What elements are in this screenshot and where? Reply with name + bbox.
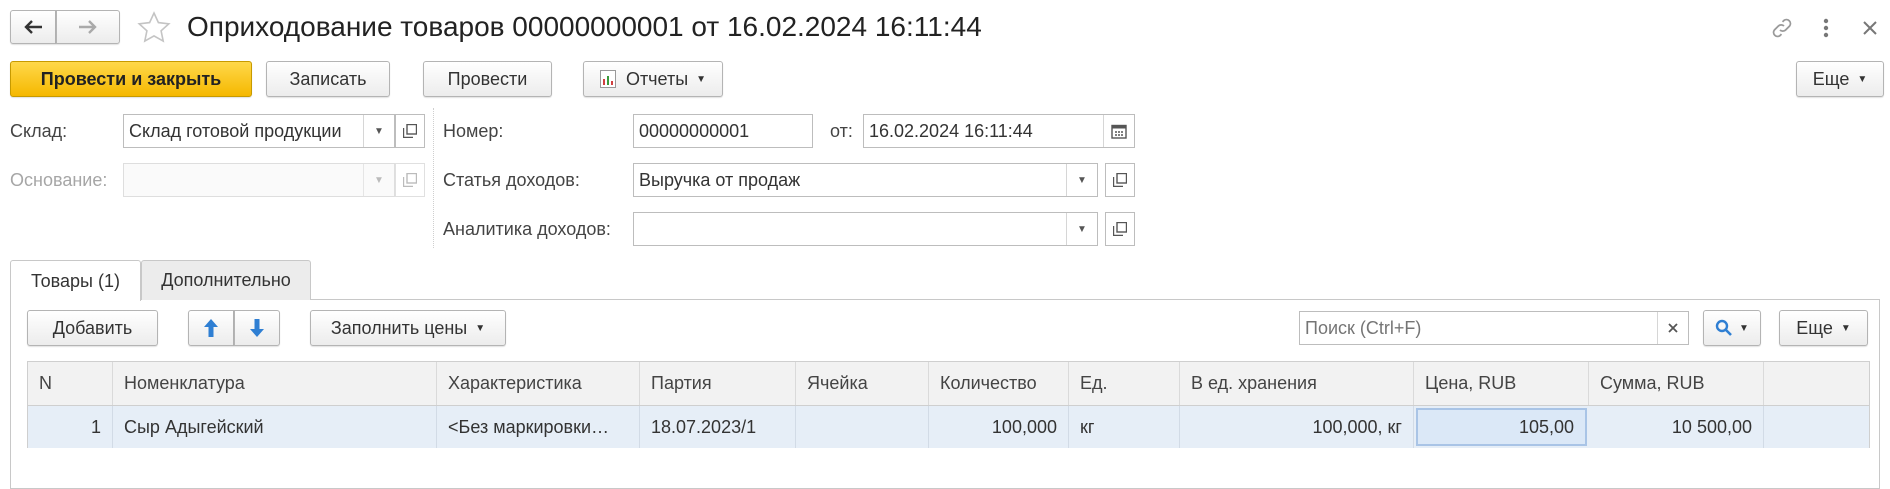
calendar-icon[interactable] bbox=[1103, 115, 1134, 147]
add-button[interactable]: Добавить bbox=[27, 310, 158, 346]
income-item-open-button[interactable] bbox=[1105, 163, 1135, 197]
cell-price[interactable]: 105,00 bbox=[1416, 408, 1587, 446]
date-value: 16.02.2024 16:11:44 bbox=[869, 120, 1033, 141]
income-item-label: Статья доходов: bbox=[443, 170, 580, 190]
move-down-button[interactable] bbox=[234, 310, 280, 346]
cell-quantity[interactable]: 100,000 bbox=[929, 406, 1069, 448]
table-header: N Номенклатура Характеристика Партия Яче… bbox=[27, 361, 1870, 406]
number-value: 00000000001 bbox=[639, 120, 750, 141]
number-label: Номер: bbox=[443, 121, 504, 141]
column-separator bbox=[433, 108, 434, 248]
date-label: от: bbox=[830, 121, 853, 141]
arrow-left-icon bbox=[24, 20, 42, 34]
more-label: Еще bbox=[1812, 68, 1850, 89]
open-window-icon bbox=[1113, 173, 1127, 187]
more-button[interactable]: Еще ▼ bbox=[1796, 61, 1884, 97]
link-icon[interactable] bbox=[1770, 16, 1794, 40]
move-up-button[interactable] bbox=[188, 310, 234, 346]
chevron-down-icon: ▼ bbox=[475, 322, 486, 334]
page-title: Оприходование товаров 00000000001 от 16.… bbox=[187, 11, 982, 42]
date-field[interactable]: 16.02.2024 16:11:44 bbox=[863, 114, 1135, 148]
dropdown-arrow-icon[interactable]: ▼ bbox=[363, 115, 394, 147]
basis-open-button bbox=[395, 163, 425, 197]
cell-unit[interactable]: кг bbox=[1069, 406, 1180, 448]
cell-n[interactable]: 1 bbox=[28, 406, 113, 448]
cell-sum[interactable]: 10 500,00 bbox=[1589, 406, 1764, 448]
arrow-right-icon bbox=[79, 20, 97, 34]
column-header-batch[interactable]: Партия bbox=[640, 362, 796, 405]
cell-storage-units[interactable]: 100,000, кг bbox=[1180, 406, 1414, 448]
table-row[interactable]: 1 Сыр Адыгейский <Без маркировки… 18.07.… bbox=[27, 406, 1870, 448]
column-header-price[interactable]: Цена, RUB bbox=[1414, 362, 1589, 405]
cell-nomenclature[interactable]: Сыр Адыгейский bbox=[113, 406, 437, 448]
column-header-sum[interactable]: Сумма, RUB bbox=[1589, 362, 1764, 405]
dropdown-arrow-icon[interactable]: ▼ bbox=[1066, 164, 1097, 196]
basis-label: Основание: bbox=[10, 170, 108, 190]
column-header-unit[interactable]: Ед. bbox=[1069, 362, 1180, 405]
search-options-button[interactable]: ▼ bbox=[1703, 310, 1761, 346]
cell-cell[interactable] bbox=[796, 406, 929, 448]
cell-characteristic[interactable]: <Без маркировки… bbox=[437, 406, 640, 448]
close-icon[interactable] bbox=[1860, 18, 1880, 38]
column-header-nomenclature[interactable]: Номенклатура bbox=[113, 362, 437, 405]
column-header-storage-units[interactable]: В ед. хранения bbox=[1180, 362, 1414, 405]
table-more-button[interactable]: Еще ▼ bbox=[1779, 310, 1868, 346]
dropdown-arrow-icon[interactable]: ▼ bbox=[1066, 213, 1097, 245]
warehouse-value: Склад готовой продукции bbox=[129, 120, 342, 141]
income-item-field[interactable]: Выручка от продаж ▼ bbox=[633, 163, 1098, 197]
chevron-down-icon: ▼ bbox=[1840, 322, 1851, 334]
income-analytics-label: Аналитика доходов: bbox=[443, 219, 611, 239]
basis-field: ▼ bbox=[123, 163, 395, 197]
reports-button[interactable]: Отчеты ▼ bbox=[583, 61, 723, 97]
save-button[interactable]: Записать bbox=[266, 61, 390, 97]
reports-label: Отчеты bbox=[625, 68, 689, 89]
chevron-down-icon: ▼ bbox=[696, 73, 707, 85]
chevron-down-icon: ▼ bbox=[1739, 322, 1749, 334]
column-header-n[interactable]: N bbox=[28, 362, 113, 405]
warehouse-label: Склад: bbox=[10, 121, 68, 141]
arrow-down-icon bbox=[250, 319, 264, 337]
chevron-down-icon: ▼ bbox=[1857, 73, 1868, 85]
table-more-label: Еще bbox=[1796, 317, 1833, 338]
cell-batch[interactable]: 18.07.2023/1 bbox=[640, 406, 796, 448]
report-chart-icon bbox=[599, 70, 616, 88]
open-window-icon bbox=[403, 124, 417, 138]
search-icon bbox=[1715, 319, 1732, 336]
fill-prices-button[interactable]: Заполнить цены ▼ bbox=[310, 310, 506, 346]
warehouse-field[interactable]: Склад готовой продукции ▼ bbox=[123, 114, 395, 148]
favorite-star-icon[interactable] bbox=[136, 10, 172, 46]
arrow-up-icon bbox=[204, 319, 218, 337]
clear-search-icon[interactable] bbox=[1657, 312, 1688, 344]
open-window-icon bbox=[403, 173, 417, 187]
warehouse-open-button[interactable] bbox=[395, 114, 425, 148]
open-window-icon bbox=[1113, 222, 1127, 236]
column-header-quantity[interactable]: Количество bbox=[929, 362, 1069, 405]
income-analytics-field[interactable]: ▼ bbox=[633, 212, 1098, 246]
tab-goods[interactable]: Товары (1) bbox=[10, 260, 141, 301]
fill-prices-label: Заполнить цены bbox=[330, 317, 468, 338]
column-header-characteristic[interactable]: Характеристика bbox=[437, 362, 640, 405]
post-and-close-button[interactable]: Провести и закрыть bbox=[10, 61, 252, 97]
dropdown-arrow-icon: ▼ bbox=[363, 164, 394, 196]
search-input[interactable] bbox=[1300, 316, 1657, 340]
more-actions-icon[interactable] bbox=[1818, 16, 1834, 40]
post-button[interactable]: Провести bbox=[423, 61, 552, 97]
column-header-cell[interactable]: Ячейка bbox=[796, 362, 929, 405]
back-button[interactable] bbox=[10, 10, 56, 44]
forward-button[interactable] bbox=[56, 10, 120, 44]
income-item-value: Выручка от продаж bbox=[639, 169, 801, 190]
tab-additional[interactable]: Дополнительно bbox=[141, 260, 311, 300]
search-field[interactable] bbox=[1299, 311, 1689, 345]
number-field[interactable]: 00000000001 bbox=[633, 114, 813, 148]
income-analytics-open-button[interactable] bbox=[1105, 212, 1135, 246]
